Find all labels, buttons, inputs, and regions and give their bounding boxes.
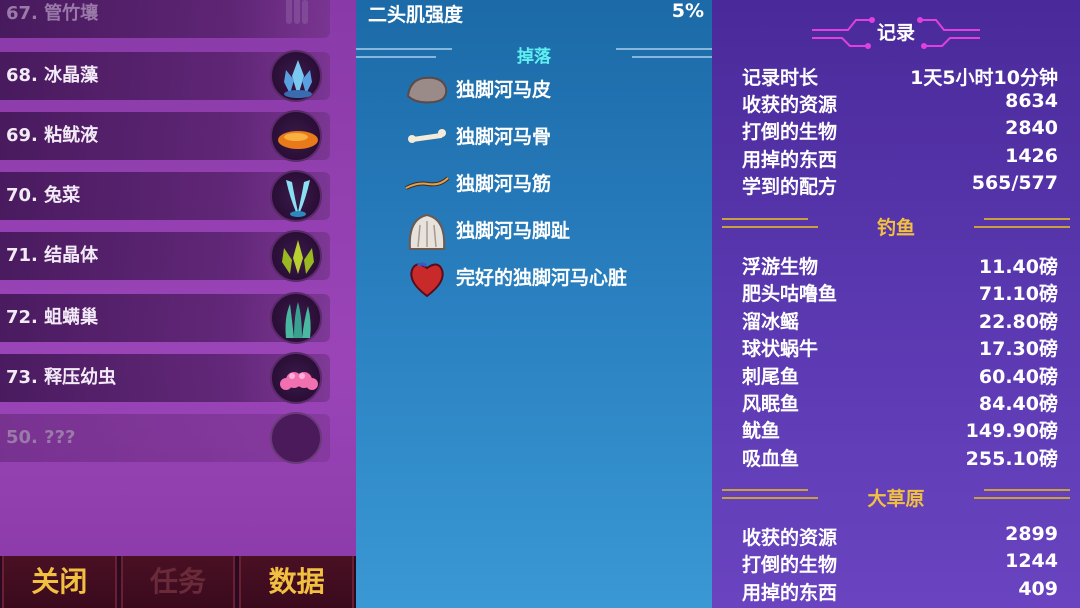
- drop-item-label: 独脚河马筋: [456, 173, 552, 195]
- records-title: 记录: [876, 22, 915, 44]
- record-row: 学到的配方 565/577: [742, 172, 1058, 199]
- mite-nest-icon: [270, 292, 322, 344]
- stat-value: 5%: [671, 0, 704, 22]
- list-item-label: 67. 管竹壤: [6, 3, 99, 24]
- record-value: 1426: [1005, 145, 1058, 167]
- record-key: 打倒的生物: [742, 121, 838, 143]
- fishing-row: 吸血鱼 255.10磅: [742, 444, 1058, 471]
- fishing-row: 风眠鱼 84.40磅: [742, 389, 1058, 416]
- drop-item-label: 独脚河马脚趾: [456, 220, 571, 242]
- fishing-row: 溜冰鳐 22.80磅: [742, 307, 1058, 334]
- list-item[interactable]: 68. 冰晶藻: [0, 50, 330, 102]
- stat-label: 二头肌强度: [368, 4, 464, 26]
- fishing-value: 22.80磅: [978, 311, 1058, 333]
- savanna-title: 大草原: [867, 488, 925, 510]
- record-value: 1天5小时10分钟: [910, 67, 1058, 89]
- bone-icon: [404, 117, 450, 157]
- record-key: 收获的资源: [742, 94, 838, 116]
- fishing-title: 钓鱼: [876, 217, 915, 239]
- fishing-value: 149.90磅: [965, 420, 1058, 442]
- tube-coral-icon: [270, 0, 322, 40]
- savanna-row: 收获的资源 2899: [742, 523, 1058, 550]
- fishing-key: 溜冰鳐: [742, 311, 800, 333]
- savanna-value: 2899: [1005, 523, 1058, 545]
- list-item[interactable]: 73. 释压幼虫: [0, 352, 330, 404]
- list-item-label: 69. 粘鱿液: [6, 125, 99, 146]
- savanna-key: 打倒的生物: [742, 554, 838, 576]
- stats-panel: 记录 记录时长 1天5小时10分钟 收获的资源 8634 打倒的生物 2840 用掉的…: [712, 0, 1080, 608]
- record-row: 记录时长 1天5小时10分钟: [742, 63, 1058, 90]
- data-tab[interactable]: 数据: [239, 556, 355, 608]
- drop-item-label: 独脚河马骨: [456, 126, 552, 148]
- fishing-row: 球状蜗牛 17.30磅: [742, 334, 1058, 361]
- fishing-value: 84.40磅: [978, 393, 1058, 415]
- crystal-cluster-icon: [270, 230, 322, 282]
- creature-list-panel: 67. 管竹壤 68. 冰晶藻 69. 粘鱿液 70. 兔菜 71. 结晶体 7…: [0, 0, 356, 608]
- toe-icon: [404, 211, 450, 251]
- pink-larva-icon: [270, 352, 322, 404]
- fishing-row: 肥头咕噜鱼 71.10磅: [742, 279, 1058, 306]
- ice-crystal-algae-icon: [270, 50, 322, 102]
- hide-icon: [404, 70, 450, 110]
- record-row: 打倒的生物 2840: [742, 117, 1058, 144]
- bunny-leaf-icon: [270, 170, 322, 222]
- fishing-value: 71.10磅: [978, 283, 1058, 305]
- record-row: 收获的资源 8634: [742, 90, 1058, 117]
- fishing-value: 255.10磅: [965, 448, 1058, 470]
- record-value: 565/577: [971, 172, 1058, 194]
- record-key: 学到的配方: [742, 176, 838, 198]
- fishing-value: 11.40磅: [978, 256, 1058, 278]
- fishing-value: 60.40磅: [978, 366, 1058, 388]
- bottom-tab-bar: 关闭 任务 数据: [0, 556, 356, 608]
- list-item[interactable]: 69. 粘鱿液: [0, 110, 330, 162]
- creature-detail-panel: 二头肌强度 5% 掉落 独脚河马皮 独脚河马骨 独脚河马筋 独脚河马脚趾 完好的…: [356, 0, 712, 608]
- quest-tab[interactable]: 任务: [120, 556, 236, 608]
- fishing-key: 球状蜗牛: [742, 338, 819, 360]
- list-item-label: 71. 结晶体: [6, 245, 99, 266]
- close-button[interactable]: 关闭: [2, 556, 117, 608]
- list-item-label: 68. 冰晶藻: [6, 65, 99, 86]
- fishing-key: 肥头咕噜鱼: [742, 283, 838, 305]
- record-value: 2840: [1005, 117, 1058, 139]
- drop-item-label: 完好的独脚河马心脏: [456, 267, 628, 289]
- fishing-key: 鱿鱼: [742, 420, 781, 442]
- list-item-label: 72. 蛆螨巢: [6, 307, 99, 328]
- list-item[interactable]: 67. 管竹壤: [0, 0, 330, 38]
- drops-title: 掉落: [517, 47, 551, 67]
- savanna-value: 409: [1018, 578, 1058, 600]
- list-item[interactable]: 70. 兔菜: [0, 170, 330, 222]
- list-item-label: 73. 释压幼虫: [6, 367, 117, 388]
- list-item[interactable]: 50. ???: [0, 412, 330, 464]
- fishing-key: 刺尾鱼: [742, 366, 800, 388]
- list-item-label: 70. 兔菜: [6, 185, 81, 206]
- stat-row: 二头肌强度 5%: [368, 0, 704, 26]
- fishing-row: 刺尾鱼 60.40磅: [742, 362, 1058, 389]
- savanna-row: 用掉的东西 409: [742, 578, 1058, 605]
- heart-icon: [404, 258, 450, 298]
- record-key: 记录时长: [742, 67, 819, 89]
- fishing-row: 鱿鱼 149.90磅: [742, 416, 1058, 443]
- fishing-row: 浮游生物 11.40磅: [742, 252, 1058, 279]
- list-item[interactable]: 71. 结晶体: [0, 230, 330, 282]
- fishing-key: 吸血鱼: [742, 448, 800, 470]
- fishing-value: 17.30磅: [978, 338, 1058, 360]
- record-value: 8634: [1005, 90, 1058, 112]
- fishing-key: 浮游生物: [742, 256, 819, 278]
- list-item-label: 50. ???: [6, 427, 76, 448]
- list-item[interactable]: 72. 蛆螨巢: [0, 292, 330, 344]
- sinew-icon: [404, 164, 450, 204]
- slime-puddle-icon: [270, 110, 322, 162]
- savanna-key: 用掉的东西: [742, 582, 838, 604]
- record-key: 用掉的东西: [742, 149, 838, 171]
- unknown-slot-icon: [270, 412, 322, 464]
- fishing-key: 风眠鱼: [742, 393, 800, 415]
- savanna-row: 打倒的生物 1244: [742, 550, 1058, 577]
- drop-item-label: 独脚河马皮: [456, 79, 552, 101]
- record-row: 用掉的东西 1426: [742, 145, 1058, 172]
- savanna-key: 收获的资源: [742, 527, 838, 549]
- savanna-value: 1244: [1005, 550, 1058, 572]
